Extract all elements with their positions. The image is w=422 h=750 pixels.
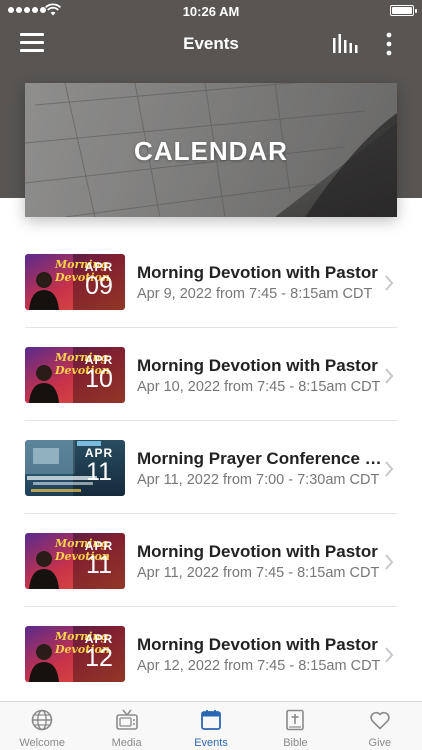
event-datetime: Apr 12, 2022 from 7:45 - 8:15am CDT [137,658,381,674]
header: Events CALENDAR [0,22,422,217]
tab-events[interactable]: Events [169,702,253,750]
battery-icon [390,5,417,16]
hamburger-menu-icon[interactable] [20,33,44,55]
event-day: 11 [86,458,112,486]
chevron-right-icon [385,554,394,570]
event-title: Morning Prayer Conference Call [137,449,382,468]
more-vertical-icon[interactable] [380,31,398,57]
heart-icon [370,711,390,730]
event-title: Morning Devotion with Pastor [137,356,378,375]
event-datetime: Apr 10, 2022 from 7:45 - 8:15am CDT [137,379,381,395]
chevron-right-icon [385,275,394,291]
tab-label: Welcome [19,737,66,749]
event-row[interactable]: Morning Devotion APR 09 Morning Devotion… [0,235,422,328]
event-datetime: Apr 11, 2022 from 7:00 - 7:30am CDT [137,472,380,488]
tab-media[interactable]: Media [84,702,168,750]
chevron-right-icon [385,647,394,663]
tab-bar: Welcome Media Events Bible Give [0,701,422,750]
page-title: Events [183,34,239,53]
event-title: Morning Devotion with Pastor [137,542,378,561]
event-thumbnail: Morning Devotion APR 11 [25,533,125,589]
tab-label: Events [194,737,228,749]
globe-icon [31,709,53,731]
event-row[interactable]: APR 11 Morning Prayer Conference Call Ap… [0,421,422,514]
status-bar: 10:26 AM [0,0,422,22]
event-row[interactable]: Morning Devotion APR 12 Morning Devotion… [0,607,422,700]
event-thumbnail: Morning Devotion APR 10 [25,347,125,403]
event-datetime: Apr 9, 2022 from 7:45 - 8:15am CDT [137,286,373,302]
tab-label: Bible [283,737,308,749]
event-thumbnail: APR 11 [25,440,125,496]
event-row[interactable]: Morning Devotion APR 10 Morning Devotion… [0,328,422,421]
tab-welcome[interactable]: Welcome [0,702,84,750]
tab-label: Give [368,737,392,749]
event-day: 09 [85,272,113,300]
chevron-right-icon [385,368,394,384]
event-thumbnail: Morning Devotion APR 09 [25,254,125,310]
status-time: 10:26 AM [182,4,240,19]
banner-title: CALENDAR [134,136,288,166]
bible-icon [286,709,305,731]
event-datetime: Apr 11, 2022 from 7:45 - 8:15am CDT [137,565,380,581]
event-day: 10 [85,365,113,393]
calendar-icon [201,710,221,730]
event-list: Morning Devotion APR 09 Morning Devotion… [0,235,422,700]
tab-give[interactable]: Give [338,702,422,750]
bar-chart-icon[interactable] [332,33,358,55]
tab-bible[interactable]: Bible [253,702,337,750]
nav-bar: Events [0,22,422,66]
tv-icon [115,709,138,730]
tab-label: Media [111,737,142,749]
event-row[interactable]: Morning Devotion APR 11 Morning Devotion… [0,514,422,607]
chevron-right-icon [385,461,394,477]
event-title: Morning Devotion with Pastor [137,263,378,282]
calendar-banner[interactable]: CALENDAR [25,83,397,217]
event-title: Morning Devotion with Pastor [137,635,378,654]
event-thumbnail: Morning Devotion APR 12 [25,626,125,682]
event-day: 11 [86,551,112,579]
event-day: 12 [85,644,113,672]
